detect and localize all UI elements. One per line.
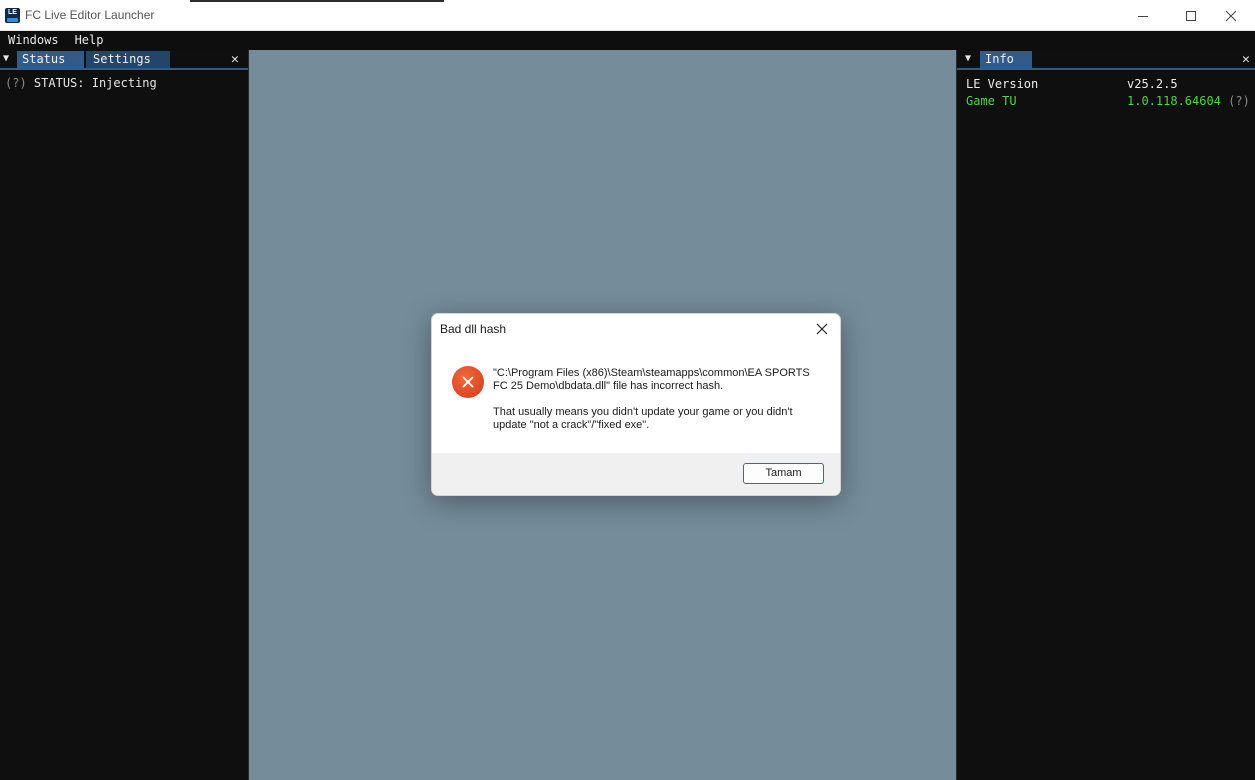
minimize-icon (1138, 15, 1148, 17)
status-line: (?) STATUS: Injecting (5, 76, 243, 91)
tab-info[interactable]: Info (980, 51, 1032, 68)
menu-help[interactable]: Help (67, 31, 112, 50)
collapse-triangle-icon[interactable]: ▼ (3, 53, 9, 64)
close-icon[interactable]: ✕ (1242, 51, 1250, 68)
info-panel-tabbar: ▼ Info ✕ (957, 50, 1255, 70)
maximize-icon (1186, 10, 1196, 21)
dialog-message-line1: "C:\Program Files (x86)\Steam\steamapps\… (493, 367, 810, 392)
menu-windows[interactable]: Windows (0, 31, 67, 50)
help-icon[interactable]: (?) (5, 76, 27, 90)
dialog-footer: Tamam (432, 453, 840, 495)
titlebar-accent-strip (190, 0, 444, 2)
error-icon (452, 366, 484, 398)
tab-status[interactable]: Status (17, 51, 84, 68)
window-titlebar: LE FC Live Editor Launcher (0, 0, 1255, 31)
dialog-message: "C:\Program Files (x86)\Steam\steamapps\… (493, 367, 823, 445)
info-row-le-version: LE Version v25.2.5 (957, 77, 1255, 94)
info-value-text: 1.0.118.64604 (1127, 94, 1221, 108)
dialog-title: Bad dll hash (440, 322, 507, 336)
window-close-button[interactable] (1207, 0, 1255, 31)
menu-bar: Windows Help (0, 31, 1255, 50)
info-panel: ▼ Info ✕ LE Version v25.2.5 Game TU 1.0.… (956, 50, 1255, 780)
info-panel-body: LE Version v25.2.5 Game TU 1.0.118.64604… (957, 70, 1255, 111)
status-panel-tabbar: ▼ Status Settings ✕ (0, 50, 248, 70)
app-logo-icon: LE (5, 8, 20, 23)
status-text: STATUS: Injecting (33, 76, 157, 90)
collapse-triangle-icon[interactable]: ▼ (965, 53, 971, 64)
minimize-button[interactable] (1119, 0, 1167, 31)
ok-button[interactable]: Tamam (743, 463, 824, 484)
tab-settings[interactable]: Settings (86, 51, 170, 68)
help-icon[interactable]: (?) (1228, 94, 1250, 108)
dialog-message-line2: That usually means you didn't update you… (493, 406, 793, 431)
status-panel-body: (?) STATUS: Injecting (0, 70, 248, 97)
dialog-close-button[interactable] (812, 319, 832, 339)
info-value: v25.2.5 (1127, 77, 1178, 91)
info-key: Game TU (966, 94, 1017, 108)
error-x-icon (462, 376, 474, 388)
close-icon (1225, 10, 1237, 21)
info-row-game-tu: Game TU 1.0.118.64604 (?) (957, 94, 1255, 111)
app-logo-text: LE (8, 9, 17, 16)
info-key: LE Version (966, 77, 1039, 91)
error-dialog: Bad dll hash "C:\Program Files (x86)\Ste… (431, 313, 841, 496)
status-panel: ▼ Status Settings ✕ (?) STATUS: Injectin… (0, 50, 249, 780)
window-title: FC Live Editor Launcher (25, 8, 155, 22)
close-icon (816, 323, 828, 335)
info-value: 1.0.118.64604 (?) (1127, 94, 1250, 108)
close-icon[interactable]: ✕ (231, 51, 239, 68)
